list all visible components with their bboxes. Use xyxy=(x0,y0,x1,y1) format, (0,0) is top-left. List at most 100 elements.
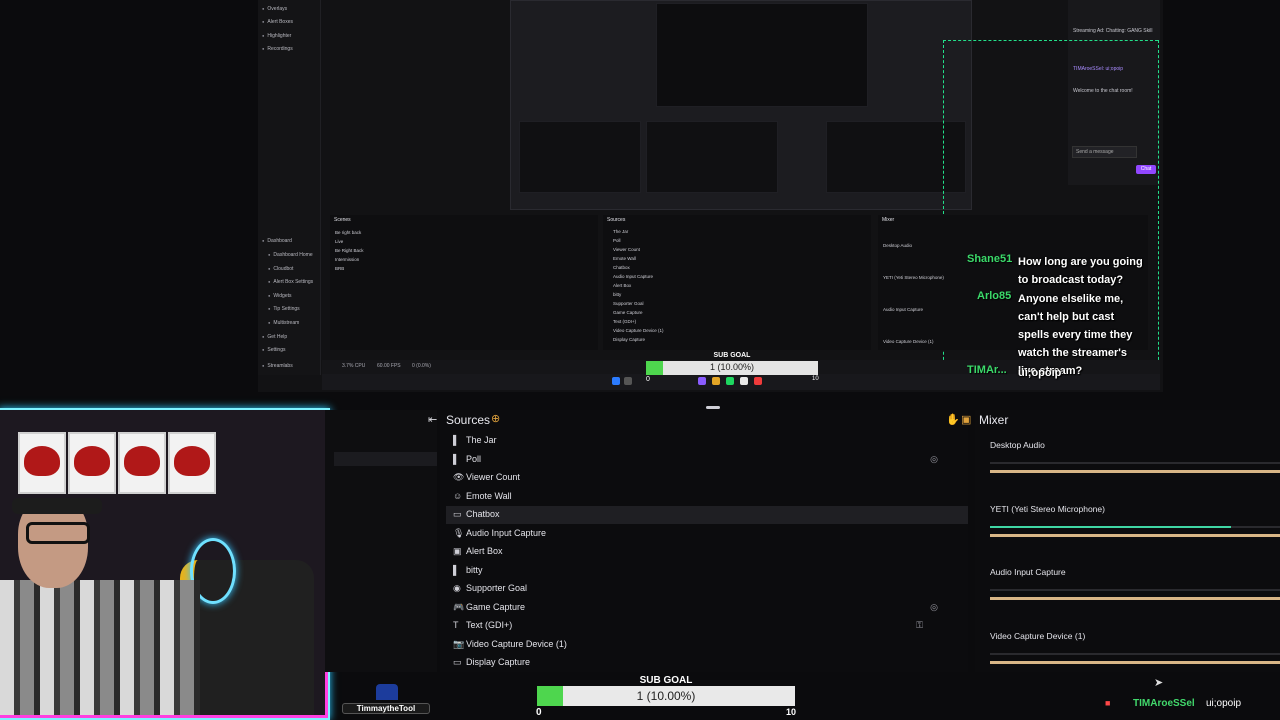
mini-list-item[interactable]: Chatbox xyxy=(613,263,663,272)
mixer-level-meter xyxy=(990,589,1280,591)
volume-slider[interactable] xyxy=(990,660,1280,664)
mixer-channel-label: Video Capture Device (1) xyxy=(990,630,1086,641)
mini-list-item[interactable]: Audio Input Capture xyxy=(883,294,944,326)
preview-sidebar-item[interactable]: Multistream xyxy=(268,320,299,326)
mini-list-item[interactable]: Be Right Back xyxy=(335,246,364,255)
collapse-icon[interactable]: ⇤ xyxy=(428,413,437,426)
mixer-level-fill xyxy=(990,525,1231,528)
mini-list-item[interactable]: Viewer Count xyxy=(613,245,663,254)
dock-drag-handle[interactable] xyxy=(706,406,720,409)
source-row[interactable]: 🎮 Game Capture ◎ xyxy=(446,599,968,617)
sub-goal-max: 10 xyxy=(786,707,797,717)
gamepad-icon: 🎮 xyxy=(453,601,465,612)
mini-list-item[interactable]: Be right back xyxy=(335,228,364,237)
source-label: bitty xyxy=(466,564,483,575)
mini-list-item[interactable]: bitty xyxy=(613,290,663,299)
source-label: The Jar xyxy=(466,435,497,445)
twitch-chat-message: Welcome to the chat room! xyxy=(1073,88,1133,94)
mouse-cursor-icon: ➤ xyxy=(1154,677,1164,689)
twitch-chat-message: Streaming Ad: Chatting: GANG Skill xyxy=(1073,28,1153,34)
source-icon[interactable]: ▣ xyxy=(961,413,971,426)
chat-overlay-text: How long are you going to broadcast toda… xyxy=(1018,256,1143,286)
preview-sidebar-item[interactable]: Alert Box Settings xyxy=(268,279,313,285)
preview-sidebar-item[interactable]: Settings xyxy=(262,347,285,353)
brand-name: TimmaytheTool xyxy=(342,703,430,714)
visibility-icon[interactable]: ◎ xyxy=(930,602,938,613)
sources-title: Sources xyxy=(446,413,491,427)
hand-icon[interactable]: ✋ xyxy=(946,413,960,426)
preview-sidebar-item[interactable]: Streamlabs xyxy=(262,363,292,369)
selection-guide xyxy=(1158,40,1159,390)
chat-overlay-user: TIMAr... xyxy=(967,364,1007,376)
source-row[interactable]: ▣ Alert Box xyxy=(446,543,968,561)
source-row[interactable]: ▌ Poll ◎ xyxy=(446,451,968,469)
mini-list-item[interactable]: YETI (Yeti Stereo Microphone) xyxy=(883,262,944,294)
add-source-icon[interactable]: ⊕ xyxy=(491,412,500,425)
source-row[interactable]: T Text (GDI+) ⚿ xyxy=(446,617,968,635)
source-label: Display Capture xyxy=(466,657,531,667)
preview-sidebar-item[interactable]: Widgets xyxy=(268,293,291,299)
preview-sidebar-item[interactable]: Cloudbot xyxy=(268,266,293,272)
mixer-level-meter xyxy=(990,525,1280,528)
mini-list-item[interactable]: The Jar xyxy=(613,227,663,236)
source-row[interactable]: 👁 Viewer Count xyxy=(446,469,968,487)
source-row[interactable]: ▭ Chatbox xyxy=(446,506,968,524)
source-label: Audio Input Capture xyxy=(466,527,547,538)
ticker-message: ui;opoip xyxy=(1206,698,1242,709)
chat-input[interactable]: Send a message xyxy=(1072,146,1137,158)
source-row[interactable]: ☺ Emote Wall xyxy=(446,488,968,506)
visibility-icon[interactable]: ◎ xyxy=(930,454,938,465)
mini-list-item[interactable]: BRB xyxy=(335,264,364,273)
mixer-title: Mixer xyxy=(979,413,1009,427)
jar-icon: ▌ xyxy=(453,435,460,445)
preview-sidebar-item[interactable]: Dashboard xyxy=(262,238,291,244)
paypal-logo xyxy=(376,684,398,700)
mixer-channel-label: Audio Input Capture xyxy=(990,567,1066,577)
volume-slider[interactable] xyxy=(990,597,1280,600)
preview-sidebar-item[interactable]: Tip Settings xyxy=(268,306,299,312)
source-row[interactable]: ▌ The Jar xyxy=(446,432,968,450)
nested-scenes xyxy=(519,121,641,193)
source-row[interactable]: ▌ bitty xyxy=(446,562,968,580)
volume-slider[interactable] xyxy=(990,533,1280,537)
mini-sources-list: The Jar Poll Viewer Count Emote Wall Chatbox… xyxy=(613,227,663,344)
nested-canvas xyxy=(656,3,868,107)
lock-icon[interactable]: ⚿ xyxy=(916,620,923,631)
mini-mixer-list: Desktop Audio YETI (Yeti Stereo Microphon… xyxy=(883,230,944,358)
mini-list-item[interactable]: Game Capture xyxy=(613,308,663,317)
mini-list-item[interactable]: Poll xyxy=(613,236,663,245)
source-row[interactable]: 📷 Video Capture Device (1) xyxy=(446,636,968,654)
preview-sidebar-item[interactable]: Highlighter xyxy=(262,33,291,39)
mini-list-item[interactable]: Desktop Audio xyxy=(883,230,944,262)
mini-sources-panel: Sources The Jar Poll Viewer Count Emote Wal… xyxy=(603,215,871,350)
source-row[interactable]: ◉ Supporter Goal xyxy=(446,580,968,598)
mini-list-item[interactable]: Intermission xyxy=(335,255,364,264)
youtube-icon: ■ xyxy=(1105,698,1111,708)
mini-list-item[interactable]: Text (GDI+) xyxy=(613,317,663,326)
volume-slider[interactable] xyxy=(990,470,1280,473)
windows-icon xyxy=(612,377,620,385)
mini-list-item[interactable]: Supporter Goal xyxy=(613,299,663,308)
app-icon xyxy=(698,377,706,385)
sub-goal-title: SUB GOAL xyxy=(639,675,693,686)
preview-sidebar-item[interactable]: Dashboard Home xyxy=(268,252,312,258)
chat-send-button[interactable]: Chat xyxy=(1136,165,1156,174)
mini-list-item[interactable]: Video Capture Device (1) xyxy=(613,326,663,335)
mini-list-item[interactable]: Video Capture Device (1) xyxy=(883,326,944,358)
preview-sidebar-item[interactable]: Alert Boxes xyxy=(262,19,293,25)
preview-sidebar-item[interactable]: Overlays xyxy=(262,6,287,12)
mini-list-item[interactable]: Emote Wall xyxy=(613,254,663,263)
mini-list-item[interactable]: Display Capture xyxy=(613,335,663,344)
preview-sidebar-item[interactable]: Get Help xyxy=(262,334,287,340)
mini-list-item[interactable]: Audio Input Capture xyxy=(613,272,663,281)
source-row[interactable]: 🎙 Audio Input Capture xyxy=(446,525,968,543)
scene-row-selected[interactable] xyxy=(334,452,437,466)
mini-goal-text: 1 (10.00%) xyxy=(709,362,755,372)
source-row[interactable]: ▭ Display Capture xyxy=(446,654,968,672)
mini-list-item[interactable]: Alert Box xyxy=(613,281,663,290)
mini-list-item[interactable]: Live xyxy=(335,237,364,246)
mini-mixer-title: Mixer xyxy=(882,217,895,223)
nested-mixer xyxy=(826,121,966,193)
twitch-chat-message: TIMAroeSSel: ui;opoip xyxy=(1073,66,1124,72)
preview-sidebar-item[interactable]: Recordings xyxy=(262,46,292,52)
